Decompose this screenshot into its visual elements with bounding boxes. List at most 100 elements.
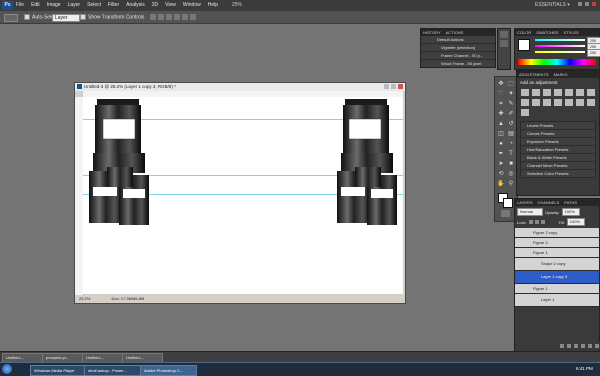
action-item[interactable]: Vignette (selection)	[421, 44, 495, 52]
preset-item[interactable]: Black & White Presets	[521, 154, 595, 162]
black-white-icon[interactable]	[521, 99, 529, 106]
posterize-icon[interactable]	[565, 99, 573, 106]
taskbar-item[interactable]: shutf.ashop - Power...	[84, 365, 141, 376]
tab-swatches[interactable]: SWATCHES	[536, 29, 558, 36]
layer-row[interactable]: Layer 1	[515, 294, 599, 307]
trash-icon[interactable]	[595, 344, 599, 348]
doc-maximize-icon[interactable]	[391, 84, 396, 89]
shape-tool-icon[interactable]: ■	[507, 160, 515, 168]
eyedropper-icon[interactable]: ✎	[507, 100, 515, 108]
canvas[interactable]	[83, 97, 403, 294]
layer-row[interactable]: Figure 2 copy	[515, 228, 599, 238]
actions-icon[interactable]	[500, 40, 508, 47]
vibrance-icon[interactable]	[565, 89, 573, 96]
menu-edit[interactable]: Edit	[31, 2, 40, 8]
tab-color[interactable]: COLOR	[517, 29, 531, 36]
auto-select-dropdown[interactable]: Layer	[52, 14, 80, 22]
align-hcenter-icon[interactable]	[182, 14, 188, 20]
layer-row[interactable]: Shape 2 copy	[515, 258, 599, 271]
zoom-status[interactable]: 25.2%	[79, 296, 90, 301]
clone-stamp-icon[interactable]: ▲	[497, 120, 505, 128]
color-balance-icon[interactable]	[587, 89, 595, 96]
tab-history[interactable]: HISTORY	[423, 29, 441, 36]
taskbar-item-active[interactable]: Adobe Photoshop C...	[140, 365, 197, 376]
zoom-tool-icon[interactable]: ⚲	[507, 180, 515, 188]
brightness-icon[interactable]	[521, 89, 529, 96]
lock-all-icon[interactable]	[540, 220, 545, 224]
add-mask-icon[interactable]	[574, 344, 578, 348]
align-top-icon[interactable]	[150, 14, 156, 20]
healing-brush-icon[interactable]: ✚	[497, 110, 505, 118]
brush-tool-icon[interactable]: ✐	[507, 110, 515, 118]
dodge-tool-icon[interactable]: ◔	[507, 140, 515, 148]
doc-minimize-icon[interactable]	[384, 84, 389, 89]
levels-icon[interactable]	[532, 89, 540, 96]
3d-orbit-icon[interactable]: ◎	[507, 170, 515, 178]
action-item[interactable]: Frame Channel - 50 p...	[421, 52, 495, 60]
minimize-icon[interactable]	[578, 2, 582, 6]
menu-view[interactable]: View	[165, 2, 176, 8]
eraser-icon[interactable]: ◫	[497, 130, 505, 138]
menu-select[interactable]: Select	[87, 2, 101, 8]
maximize-icon[interactable]	[585, 2, 589, 6]
doc-close-icon[interactable]	[398, 84, 403, 89]
green-slider[interactable]	[535, 45, 585, 47]
close-icon[interactable]	[592, 2, 596, 6]
menu-image[interactable]: Image	[47, 2, 61, 8]
layer-row-selected[interactable]: Layer 1 copy 3	[515, 271, 599, 284]
fill-field[interactable]: 100%	[566, 218, 585, 226]
photo-filter-icon[interactable]	[532, 99, 540, 106]
blue-slider[interactable]	[535, 51, 585, 53]
lock-pixels-icon[interactable]	[528, 220, 533, 224]
preset-item[interactable]: Channel Mixer Presets	[521, 162, 595, 170]
magic-wand-icon[interactable]: ✦	[507, 90, 515, 98]
tab-masks[interactable]: MASKS	[554, 71, 568, 78]
menu-help[interactable]: Help	[208, 2, 218, 8]
workspace-switcher[interactable]: ESSENTIALS ▾	[535, 2, 570, 8]
preset-item[interactable]: Hue/Saturation Presets	[521, 146, 595, 154]
taskbar-item[interactable]: Windows Media Player	[30, 365, 85, 376]
preset-item[interactable]: Selective Color Presets	[521, 170, 595, 177]
blend-mode-dropdown[interactable]: Normal	[517, 208, 543, 216]
history-brush-icon[interactable]: ↺	[507, 120, 515, 128]
tab-styles[interactable]: STYLES	[563, 29, 578, 36]
action-set[interactable]: Default Actions	[421, 36, 495, 44]
link-layers-icon[interactable]	[560, 344, 564, 348]
gradient-tool-icon[interactable]: ▤	[507, 130, 515, 138]
preset-item[interactable]: Exposure Presets	[521, 138, 595, 146]
move-tool-icon[interactable]: ✥	[497, 80, 505, 88]
curves-icon[interactable]	[543, 89, 551, 96]
gradient-map-icon[interactable]	[587, 99, 595, 106]
exposure-icon[interactable]	[554, 89, 562, 96]
action-item[interactable]: Wood Frame - 50 pixel	[421, 60, 495, 67]
layer-row[interactable]: Figure 1	[515, 248, 599, 258]
show-transform-checkbox[interactable]	[80, 14, 86, 20]
menu-layer[interactable]: Layer	[68, 2, 81, 8]
new-group-icon[interactable]	[581, 344, 585, 348]
hue-saturation-icon[interactable]	[576, 89, 584, 96]
type-tool-icon[interactable]: T	[507, 150, 515, 158]
preset-item[interactable]: Curves Presets	[521, 130, 595, 138]
quick-mask-icon[interactable]	[501, 210, 510, 217]
tab-adjustments[interactable]: ADJUSTMENTS	[519, 71, 549, 78]
align-right-icon[interactable]	[190, 14, 196, 20]
blur-tool-icon[interactable]: ●	[497, 140, 505, 148]
menu-analysis[interactable]: Analysis	[126, 2, 145, 8]
start-button-icon[interactable]	[2, 364, 12, 374]
tab-channels[interactable]: CHANNELS	[538, 199, 560, 206]
tab-layers[interactable]: LAYERS	[517, 199, 533, 206]
layer-style-icon[interactable]	[567, 344, 571, 348]
marquee-tool-icon[interactable]: ⬚	[507, 80, 515, 88]
hand-tool-icon[interactable]: ✋	[497, 180, 505, 188]
history-icon[interactable]	[500, 31, 508, 38]
menu-file[interactable]: File	[16, 2, 24, 8]
move-tool-preset-icon[interactable]	[4, 14, 18, 22]
invert-icon[interactable]	[554, 99, 562, 106]
lasso-tool-icon[interactable]: ➰	[497, 90, 505, 98]
tab-paths[interactable]: PATHS	[564, 199, 577, 206]
align-left-icon[interactable]	[174, 14, 180, 20]
3d-rotate-icon[interactable]: ⟲	[497, 170, 505, 178]
opacity-field[interactable]: 100%	[561, 208, 580, 216]
crop-tool-icon[interactable]: ⌗	[497, 100, 505, 108]
selective-color-icon[interactable]	[521, 109, 529, 116]
